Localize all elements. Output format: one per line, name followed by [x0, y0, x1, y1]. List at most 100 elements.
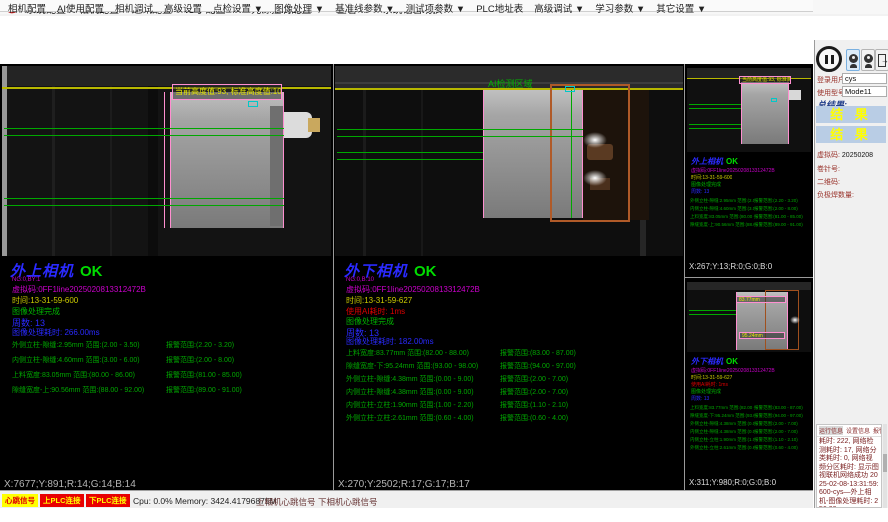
toolbar-button[interactable]: 相机配置 [8, 1, 46, 15]
measurement-row: 外侧立柱-立柱:2.61mm 范围:(0.60 - 4.00) 报警范围:(0.… [346, 413, 681, 426]
camera-image-small-upper[interactable]: 当前高度值:93, 标准高度值:100 [687, 68, 811, 152]
measure-text: 隙缝宽度-上:90.56mm 范围:(88.00 - 92.00) [690, 222, 754, 230]
camera-image-lower[interactable]: AI检测区域 [335, 66, 683, 256]
barcode-line: 虚拟码:0FF1line2025020813312472B [691, 367, 775, 374]
plc-lower-badge: 下PLC连接 [86, 494, 130, 507]
toolbar-button[interactable]: 测试项参数 ▼ [406, 1, 466, 15]
measure-line-green [689, 310, 736, 311]
supervisor-button[interactable] [861, 49, 875, 71]
measurement-row: 隙缝宽度-上:90.56mm 范围:(88.00 - 92.00) 报警范围:(… [690, 222, 810, 230]
user-icon [852, 56, 855, 59]
alarm-range-text: 报警范围:(2.00 - 7.00) [754, 429, 798, 437]
measurement-row: 内侧立柱-隙缝:4.38mm 范围:(0.00 - 9.00) 报警范围:(2.… [346, 387, 681, 400]
toolbar-button[interactable]: 高级设置 [164, 1, 202, 15]
ai-time-line: 使用AI耗时: 1ms [691, 381, 728, 388]
info-tab[interactable]: 设置信息 [846, 426, 870, 435]
supervisor-icon [865, 64, 872, 68]
measure-line-green [689, 314, 736, 315]
logout-button[interactable]: → [875, 49, 888, 71]
machine-detail [52, 86, 55, 256]
alarm-range-text: 报警范围:(2.00 - 7.00) [754, 421, 798, 429]
camera-image-upper[interactable]: 当前高度值:93, 标准高度值:100 [2, 66, 331, 256]
info-log-text: 耗时: 222, 网络检测耗时: 17, 网络分类耗时: 0, 网络视频分区耗时… [817, 437, 881, 508]
toolbar-button[interactable]: 图像处理 ▼ [274, 1, 324, 15]
alarm-range-text: 报警范围:(2.00 - 8.00) [754, 206, 798, 214]
toolbar-button[interactable]: AI使用配置 [57, 1, 104, 15]
measure-line-green [689, 124, 741, 125]
barcode-value: 20250208 [842, 152, 873, 159]
measurement-row: 隙缝宽度-下:95.24mm 范围:(93.00 - 98.00) 报警范围:(… [690, 413, 810, 421]
cycle-line: 周数: 13 [691, 188, 709, 195]
measure-text: 内侧立柱-立柱:1.90mm 范围:(1.00 - 2.20) [346, 400, 500, 413]
measurement-list: 上料宽度:83.77mm 范围:(82.00 - 88.00) 报警范围:(83… [346, 348, 681, 426]
ai-roi-rect-orange [550, 84, 630, 222]
offset-marker [565, 86, 575, 92]
machine-top-band [7, 66, 331, 86]
info-tab[interactable]: 运行信息 [819, 426, 843, 435]
measurement-row: 内侧立柱-隙缝:4.38mm 范围:(0.00 - 9.00) 报警范围:(2.… [690, 429, 810, 437]
measure-text: 隙缝宽度-上:90.56mm 范围:(88.00 - 92.00) [12, 385, 166, 400]
toolbar-button[interactable]: PLC地址表 [476, 1, 523, 15]
measure-text: 隙缝宽度-下:95.24mm 范围:(93.00 - 98.00) [690, 413, 754, 421]
measure-line-green [571, 90, 572, 218]
measure-line-green [337, 136, 583, 137]
alarm-range-text: 报警范围:(81.00 - 85.00) [166, 370, 242, 385]
measure-text: 内侧立柱-隙缝:4.38mm 范围:(0.00 - 9.00) [690, 429, 754, 437]
product-shade [270, 106, 283, 226]
pixel-coordinate-readout: X:311;Y:980;R:0;G:0;B:0 [689, 478, 776, 487]
model-field[interactable]: Mode11 [842, 86, 887, 97]
alarm-range-text: 报警范围:(2.00 - 8.00) [166, 355, 234, 370]
toolbar-button[interactable]: 其它设置 ▼ [656, 1, 706, 15]
camera-panel-lower: AI检测区域 外下相机OK NG:0,B:10 虚拟码:0FF1line2025… [334, 64, 684, 490]
measurement-row: 外侧立柱-立柱:2.61mm 范围:(0.60 - 4.00) 报警范围:(0.… [690, 445, 810, 453]
plc-upper-badge: 上PLC连接 [40, 494, 84, 507]
machine-edge [2, 66, 7, 256]
supervisor-icon [867, 56, 870, 59]
heartbeat-badge: 心跳信号 [2, 494, 38, 507]
alarm-range-text: 报警范围:(81.00 - 85.00) [754, 214, 803, 222]
measure-text: 上料宽度:83.05mm 范围:(80.00 - 86.00) [690, 214, 754, 222]
measure-text: 外侧立柱-立柱:2.61mm 范围:(0.60 - 4.00) [346, 413, 500, 426]
machine-detail [148, 86, 158, 256]
measurement-list: 外侧立柱-隙缝:2.95mm 范围:(2.00 - 3.50) 报警范围:(2.… [690, 198, 810, 230]
camera-result-title: 外下相机OK [691, 356, 738, 367]
pixel-coordinate-readout: X:270;Y:2502;R:17;G:17;B:17 [338, 479, 470, 490]
ng-info-line: NG:0,B:10 [346, 277, 374, 283]
barcode-line: 虚拟码:0FF1line2025020813312472B [691, 167, 775, 174]
login-user-field[interactable]: cys [842, 73, 887, 84]
scrollbar-thumb[interactable] [883, 454, 887, 472]
user-login-button[interactable] [846, 49, 860, 71]
info-scrollbar[interactable] [883, 424, 887, 508]
measure-line-green [4, 135, 284, 136]
toolbar-button[interactable]: 学习参数 ▼ [595, 1, 645, 15]
machine-top-band [687, 282, 811, 290]
alarm-range-text: 报警范围:(94.00 - 97.00) [754, 413, 803, 421]
time-line: 时间:13-31-59-627 [691, 374, 732, 381]
info-tab[interactable]: 报警信息 [873, 426, 882, 435]
roi-line-pink [164, 92, 165, 228]
alarm-range-text: 报警范围:(2.00 - 7.00) [500, 387, 568, 400]
connector-part [789, 90, 801, 100]
qrcode-label: 二维码: [817, 177, 840, 187]
toolbar-button[interactable]: 点检设置 ▼ [213, 1, 263, 15]
result-ok-text: OK [414, 263, 437, 280]
pixel-coordinate-readout: X:267;Y:13;R:0;G:0;B:0 [689, 262, 772, 271]
camera-image-small-lower[interactable]: 83.77mm 95.24mm [687, 282, 811, 352]
measurement-row: 上料宽度:83.77mm 范围:(82.00 - 88.00) 报警范围:(83… [346, 348, 681, 361]
measure-text: 外侧立柱-立柱:2.61mm 范围:(0.60 - 4.00) [690, 445, 754, 453]
panel-divider [333, 64, 334, 490]
alarm-range-text: 报警范围:(94.00 - 97.00) [500, 361, 576, 374]
product-region [170, 92, 284, 228]
pause-button[interactable] [816, 46, 842, 72]
camera-panel-upper: 当前高度值:93, 标准高度值:100 外上相机OK NG:0,BY:1 虚拟码… [0, 64, 333, 490]
product-region [741, 82, 789, 144]
toolbar-button[interactable]: 高级调试 ▼ [534, 1, 584, 15]
toolbar-button[interactable]: 相机调试 [115, 1, 153, 15]
measure-line-green [4, 205, 284, 206]
alarm-range-text: 报警范围:(2.20 - 3.20) [754, 198, 798, 206]
measure-text: 上料宽度:83.77mm 范围:(82.00 - 88.00) [346, 348, 500, 361]
toolbar-button[interactable]: 基准线参数 ▼ [335, 1, 395, 15]
height-measure-label: 当前高度值:93, 标准高度值:100 [739, 76, 791, 84]
measurement-row: 上料宽度:83.05mm 范围:(80.00 - 86.00) 报警范围:(81… [690, 214, 810, 222]
camera-result-title: 外上相机OK [691, 156, 738, 167]
